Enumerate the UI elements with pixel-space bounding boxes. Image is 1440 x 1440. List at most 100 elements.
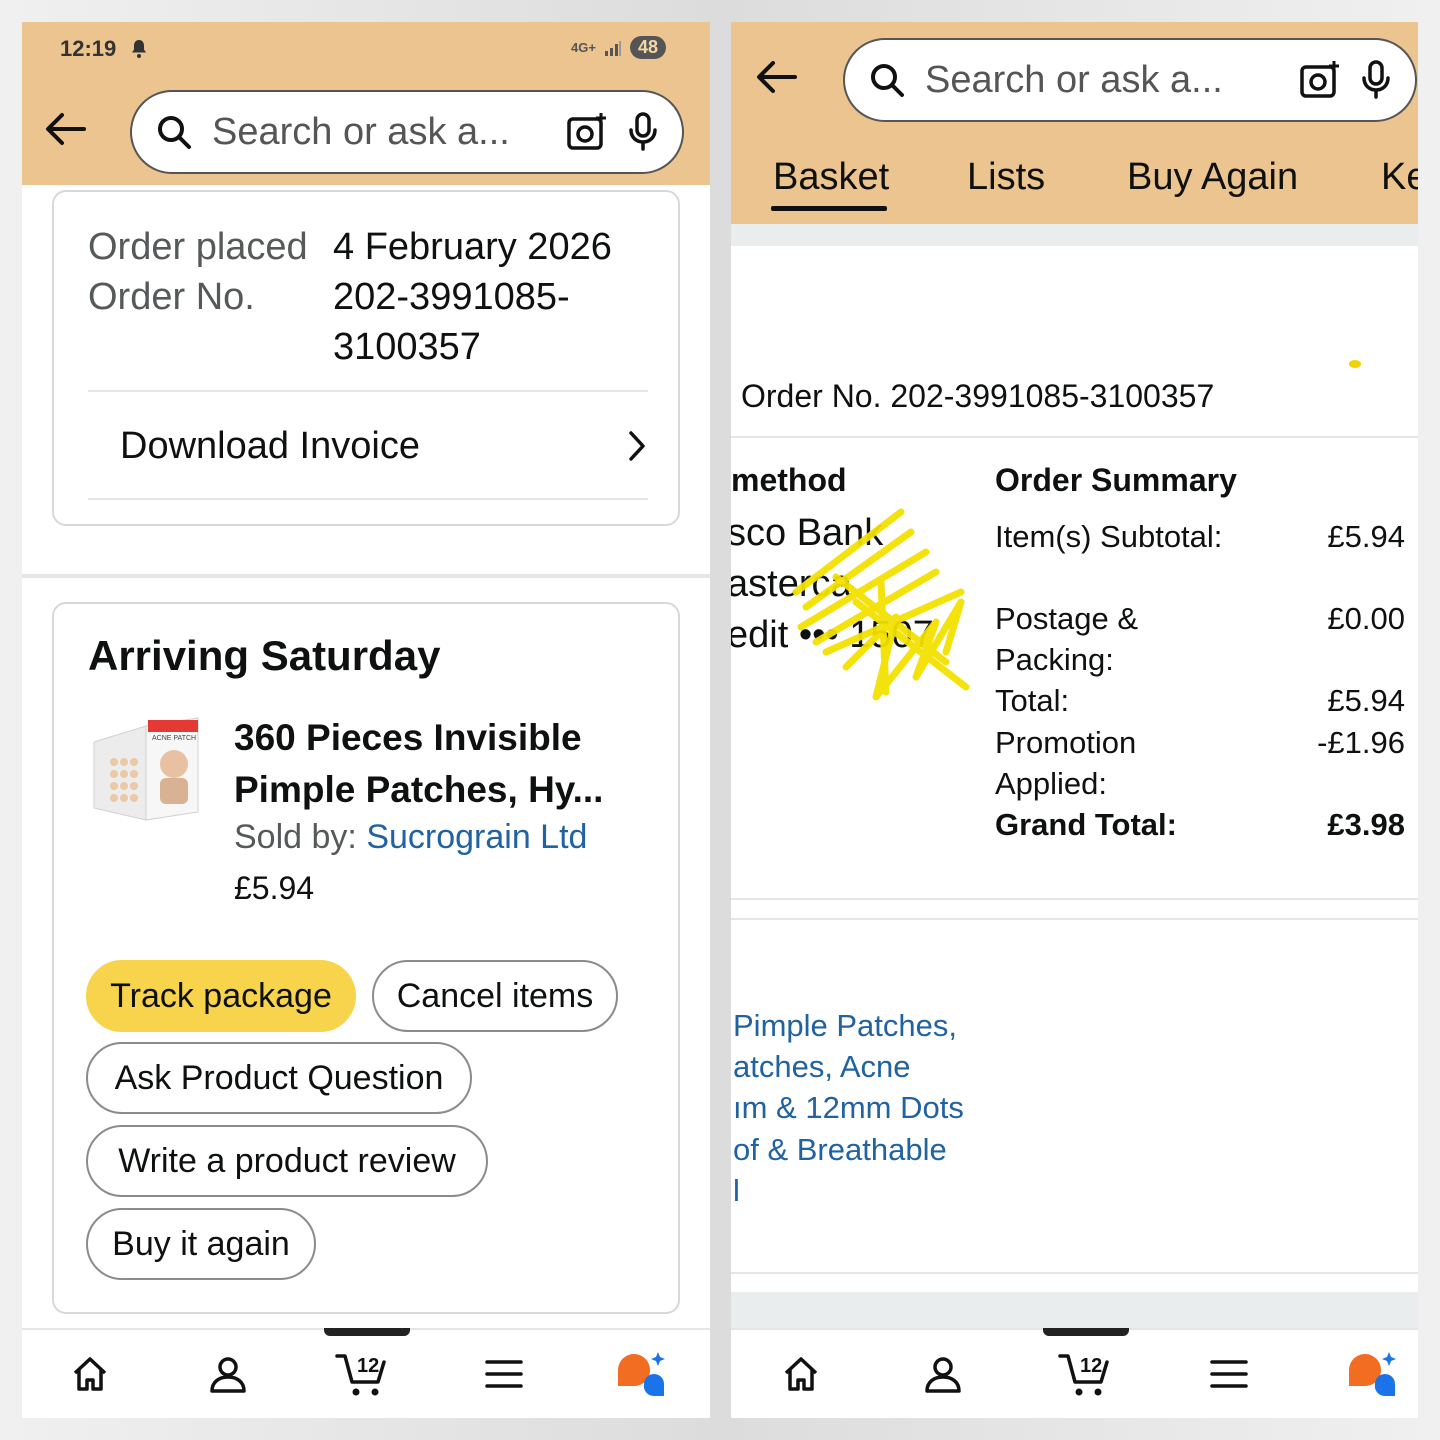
header-bar: Search or ask a... Basket Lists Buy Agai… xyxy=(731,22,1418,224)
summary-row-grand-total: Grand Total: £3.98 xyxy=(995,804,1405,845)
search-input[interactable]: Search or ask a... xyxy=(212,111,546,154)
search-bar[interactable]: Search or ask a... xyxy=(130,90,684,174)
search-input[interactable]: Search or ask a... xyxy=(925,59,1279,102)
bottom-nav: 12 xyxy=(731,1328,1418,1418)
download-invoice-row[interactable]: Download Invoice xyxy=(88,392,648,500)
search-icon xyxy=(156,114,192,150)
buy-again-button[interactable]: Buy it again xyxy=(86,1208,316,1280)
header-shadow-band xyxy=(731,224,1418,246)
cart-icon[interactable]: 12 xyxy=(1057,1344,1117,1404)
screenshot-collage: 12:19 4G+ 48 Search or ask a... Order pl… xyxy=(0,0,1440,1440)
cancel-items-button[interactable]: Cancel items xyxy=(372,960,618,1032)
cart-count: 12 xyxy=(357,1355,379,1377)
home-icon[interactable] xyxy=(771,1344,831,1404)
nav-active-indicator xyxy=(324,1328,410,1336)
order-details-screen: 12:19 4G+ 48 Search or ask a... Order pl… xyxy=(22,22,710,1418)
order-number-label: Order No. xyxy=(88,276,255,318)
invoice-order-number: Order No. 202-3991085-3100357 xyxy=(741,378,1215,414)
divider xyxy=(731,1272,1418,1274)
product-title-link[interactable]: 360 Pieces Invisible Pimple Patches, Hy.… xyxy=(234,712,654,816)
summary-row-total: Total: £5.94 xyxy=(995,680,1405,721)
summary-label: Item(s) Subtotal: xyxy=(995,519,1223,554)
summary-row-promotion: Promotion Applied: -£1.96 xyxy=(995,722,1405,804)
account-icon[interactable] xyxy=(198,1344,258,1404)
summary-value: £5.94 xyxy=(1327,519,1405,554)
summary-label: Postage & Packing: xyxy=(995,601,1139,677)
divider xyxy=(731,918,1418,920)
footer-band xyxy=(731,1292,1418,1328)
tab-basket[interactable]: Basket xyxy=(773,156,889,199)
divider xyxy=(731,898,1418,900)
write-review-button[interactable]: Write a product review xyxy=(86,1125,488,1197)
microphone-icon[interactable] xyxy=(1361,60,1391,100)
assistant-icon[interactable] xyxy=(1341,1344,1401,1404)
download-invoice-label: Download Invoice xyxy=(120,424,420,467)
nav-active-indicator xyxy=(1043,1328,1129,1336)
tab-buy-again[interactable]: Buy Again xyxy=(1127,156,1298,199)
payment-method-heading: method xyxy=(731,462,847,498)
product-image[interactable]: ACNE PATCH xyxy=(86,712,204,827)
order-summary-heading: Order Summary xyxy=(995,462,1237,498)
order-info-card: Order placed Order No. 4 February 2026 2… xyxy=(52,190,680,526)
redaction-scribble xyxy=(792,508,970,701)
menu-icon[interactable] xyxy=(1199,1344,1259,1404)
summary-label: Total: xyxy=(995,683,1070,718)
section-separator xyxy=(22,574,710,578)
search-icon xyxy=(869,62,905,98)
summary-value: -£1.96 xyxy=(1317,725,1405,760)
sold-by: Sold by: Sucrograin Ltd xyxy=(234,818,587,857)
tab-lists[interactable]: Lists xyxy=(967,156,1045,199)
invoice-screen: Search or ask a... Basket Lists Buy Agai… xyxy=(731,22,1418,1418)
signal-icon xyxy=(604,40,622,56)
header-bar: 12:19 4G+ 48 Search or ask a... xyxy=(22,22,710,185)
battery-indicator: 48 xyxy=(629,36,666,59)
shipment-card: Arriving Saturday ACNE PATCH 360 Pieces … xyxy=(52,602,680,1314)
sold-by-label: Sold by: xyxy=(234,818,367,856)
search-bar[interactable]: Search or ask a... xyxy=(843,38,1417,122)
summary-value: £5.94 xyxy=(1327,683,1405,718)
divider xyxy=(731,436,1418,438)
account-icon[interactable] xyxy=(913,1344,973,1404)
cart-icon[interactable]: 12 xyxy=(334,1344,394,1404)
network-type: 4G+ xyxy=(571,40,596,55)
home-icon[interactable] xyxy=(60,1344,120,1404)
item-title-line[interactable]: of & Breathable xyxy=(733,1132,947,1168)
microphone-icon[interactable] xyxy=(628,112,658,152)
camera-search-icon[interactable] xyxy=(1299,60,1341,100)
menu-icon[interactable] xyxy=(474,1344,534,1404)
order-number: 202-3991085-3100357 xyxy=(333,276,570,368)
summary-row-items-subtotal: Item(s) Subtotal: £5.94 xyxy=(995,516,1405,598)
product-price: £5.94 xyxy=(234,870,315,906)
item-title-line[interactable]: Pimple Patches, xyxy=(733,1008,957,1044)
tab-bar: Basket Lists Buy Again Ke xyxy=(731,148,1418,218)
arrival-heading: Arriving Saturday xyxy=(88,632,441,679)
seller-link[interactable]: Sucrograin Ltd xyxy=(366,818,587,856)
back-arrow-icon[interactable] xyxy=(40,104,90,154)
item-title-line[interactable]: ım & 12mm Dots xyxy=(733,1090,964,1126)
bell-icon xyxy=(130,39,148,59)
summary-value: £0.00 xyxy=(1327,601,1405,636)
assistant-icon[interactable] xyxy=(610,1344,670,1404)
summary-row-postage: Postage & Packing: £0.00 xyxy=(995,598,1405,680)
order-date: 4 February 2026 xyxy=(333,226,612,268)
status-bar: 12:19 xyxy=(60,36,148,62)
status-indicators: 4G+ 48 xyxy=(571,36,666,59)
camera-search-icon[interactable] xyxy=(566,112,608,152)
item-title-line[interactable]: atches, Acne xyxy=(733,1049,911,1085)
status-time: 12:19 xyxy=(60,36,117,61)
ask-product-question-button[interactable]: Ask Product Question xyxy=(86,1042,472,1114)
divider xyxy=(88,498,648,500)
track-package-button[interactable]: Track package xyxy=(86,960,356,1032)
yellow-mark xyxy=(1349,360,1361,368)
item-title-line[interactable]: l xyxy=(733,1173,740,1209)
summary-label: Grand Total: xyxy=(995,807,1177,842)
back-arrow-icon[interactable] xyxy=(751,52,801,102)
tab-keep-shopping[interactable]: Ke xyxy=(1381,156,1418,199)
chevron-right-icon xyxy=(626,429,648,463)
summary-value: £3.98 xyxy=(1327,807,1405,842)
active-tab-underline xyxy=(771,206,887,211)
summary-label: Promotion Applied: xyxy=(995,725,1137,801)
thumb-label: ACNE PATCH xyxy=(152,735,196,742)
cart-count: 12 xyxy=(1080,1355,1102,1377)
bottom-nav: 12 xyxy=(22,1328,710,1418)
